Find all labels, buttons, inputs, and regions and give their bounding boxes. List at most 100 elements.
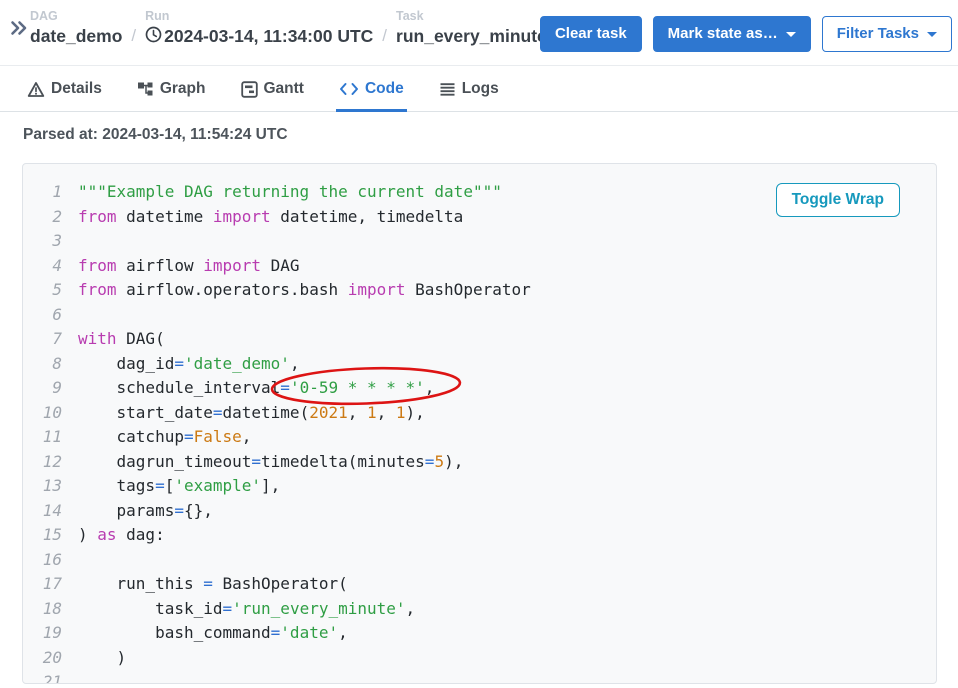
line-number: 11 — [23, 425, 78, 450]
line-number: 16 — [23, 548, 78, 573]
code-text: from airflow import DAG — [78, 254, 300, 279]
caret-down-icon — [786, 32, 796, 37]
dag-name-link[interactable]: date_demo — [30, 24, 122, 48]
warning-triangle-icon — [27, 81, 45, 98]
code-text: start_date=datetime(2021, 1, 1), — [78, 401, 425, 426]
toggle-wrap-button[interactable]: Toggle Wrap — [776, 183, 900, 217]
code-line-8: 8 dag_id='date_demo', — [23, 352, 936, 377]
tab-code[interactable]: Code — [336, 78, 407, 112]
filter-tasks-label: Filter Tasks — [837, 25, 919, 42]
code-line-20: 20 ) — [23, 646, 936, 671]
mark-state-as-label: Mark state as… — [668, 25, 778, 42]
breadcrumb-run: Run 2024-03-14, 11:34:00 UTC — [145, 9, 373, 48]
clock-icon — [145, 25, 162, 49]
filter-tasks-button[interactable]: Filter Tasks — [822, 16, 952, 52]
code-text: with DAG( — [78, 327, 165, 352]
line-number: 18 — [23, 597, 78, 622]
code-line-9: 9 schedule_interval='0-59 * * * *', — [23, 376, 936, 401]
code-line-5: 5from airflow.operators.bash import Bash… — [23, 278, 936, 303]
task-label: Task — [396, 9, 547, 24]
code-line-18: 18 task_id='run_every_minute', — [23, 597, 936, 622]
tab-graph-label: Graph — [160, 80, 206, 98]
header-actions: Clear task Mark state as… Filter Tasks — [540, 16, 952, 52]
caret-down-icon — [927, 32, 937, 37]
code-text: from airflow.operators.bash import BashO… — [78, 278, 531, 303]
line-number: 13 — [23, 474, 78, 499]
code-line-4: 4from airflow import DAG — [23, 254, 936, 279]
code-line-6: 6 — [23, 303, 936, 328]
run-date-link[interactable]: 2024-03-14, 11:34:00 UTC — [145, 24, 373, 48]
code-line-19: 19 bash_command='date', — [23, 621, 936, 646]
code-text: from datetime import datetime, timedelta — [78, 205, 463, 230]
breadcrumb: DAG date_demo / Run 2024-03-14, 11:34:00… — [30, 9, 547, 48]
code-text: """Example DAG returning the current dat… — [78, 180, 502, 205]
tab-logs-label: Logs — [462, 80, 499, 98]
code-line-12: 12 dagrun_timeout=timedelta(minutes=5), — [23, 450, 936, 475]
line-number: 17 — [23, 572, 78, 597]
line-number: 4 — [23, 254, 78, 279]
dag-label: DAG — [30, 9, 122, 24]
code-text: schedule_interval='0-59 * * * *', — [78, 376, 434, 401]
code-line-13: 13 tags=['example'], — [23, 474, 936, 499]
gantt-chart-icon — [241, 81, 258, 98]
code-line-14: 14 params={}, — [23, 499, 936, 524]
tab-details[interactable]: Details — [24, 78, 105, 112]
clear-task-button[interactable]: Clear task — [540, 16, 642, 52]
code-text: task_id='run_every_minute', — [78, 597, 415, 622]
code-lines: 1"""Example DAG returning the current da… — [23, 180, 936, 684]
code-text: params={}, — [78, 499, 213, 524]
code-text: ) — [78, 646, 126, 671]
code-panel: 1"""Example DAG returning the current da… — [22, 163, 937, 684]
code-line-7: 7with DAG( — [23, 327, 936, 352]
code-text: ) as dag: — [78, 523, 165, 548]
code-text: dag_id='date_demo', — [78, 352, 300, 377]
tab-gantt[interactable]: Gantt — [238, 78, 307, 112]
code-line-15: 15) as dag: — [23, 523, 936, 548]
code-text: catchup=False, — [78, 425, 251, 450]
breadcrumb-separator: / — [131, 26, 136, 46]
tab-graph[interactable]: Graph — [134, 78, 209, 112]
line-number: 15 — [23, 523, 78, 548]
code-brackets-icon — [339, 82, 359, 96]
tab-bar: Details Graph Gantt — [0, 66, 958, 112]
code-text: bash_command='date', — [78, 621, 348, 646]
breadcrumb-task: Task run_every_minute — [396, 9, 547, 48]
tab-details-label: Details — [51, 80, 102, 98]
line-number: 8 — [23, 352, 78, 377]
code-text: dagrun_timeout=timedelta(minutes=5), — [78, 450, 463, 475]
code-line-10: 10 start_date=datetime(2021, 1, 1), — [23, 401, 936, 426]
code-text: run_this = BashOperator( — [78, 572, 348, 597]
mark-state-as-button[interactable]: Mark state as… — [653, 16, 811, 52]
run-date-text: 2024-03-14, 11:34:00 UTC — [164, 24, 373, 48]
line-number: 10 — [23, 401, 78, 426]
tab-logs[interactable]: Logs — [436, 78, 502, 112]
code-text: tags=['example'], — [78, 474, 280, 499]
line-number: 5 — [23, 278, 78, 303]
run-label: Run — [145, 9, 373, 24]
line-number: 21 — [23, 670, 78, 684]
log-lines-icon — [439, 82, 456, 97]
line-number: 1 — [23, 180, 78, 205]
line-number: 14 — [23, 499, 78, 524]
tab-code-label: Code — [365, 80, 404, 98]
graph-nodes-icon — [137, 81, 154, 97]
line-number: 9 — [23, 376, 78, 401]
breadcrumb-separator: / — [382, 26, 387, 46]
code-line-17: 17 run_this = BashOperator( — [23, 572, 936, 597]
breadcrumb-dag: DAG date_demo — [30, 9, 122, 48]
code-line-16: 16 — [23, 548, 936, 573]
parsed-at-text: Parsed at: 2024-03-14, 11:54:24 UTC — [23, 125, 958, 145]
line-number: 7 — [23, 327, 78, 352]
line-number: 6 — [23, 303, 78, 328]
chevrons-right-icon — [9, 26, 29, 41]
code-line-11: 11 catchup=False, — [23, 425, 936, 450]
code-line-21: 21 — [23, 670, 936, 684]
line-number: 19 — [23, 621, 78, 646]
collapse-breadcrumb-button[interactable] — [8, 18, 30, 40]
line-number: 2 — [23, 205, 78, 230]
task-name-link[interactable]: run_every_minute — [396, 24, 547, 48]
tab-gantt-label: Gantt — [264, 80, 304, 98]
line-number: 12 — [23, 450, 78, 475]
code-line-3: 3 — [23, 229, 936, 254]
line-number: 20 — [23, 646, 78, 671]
